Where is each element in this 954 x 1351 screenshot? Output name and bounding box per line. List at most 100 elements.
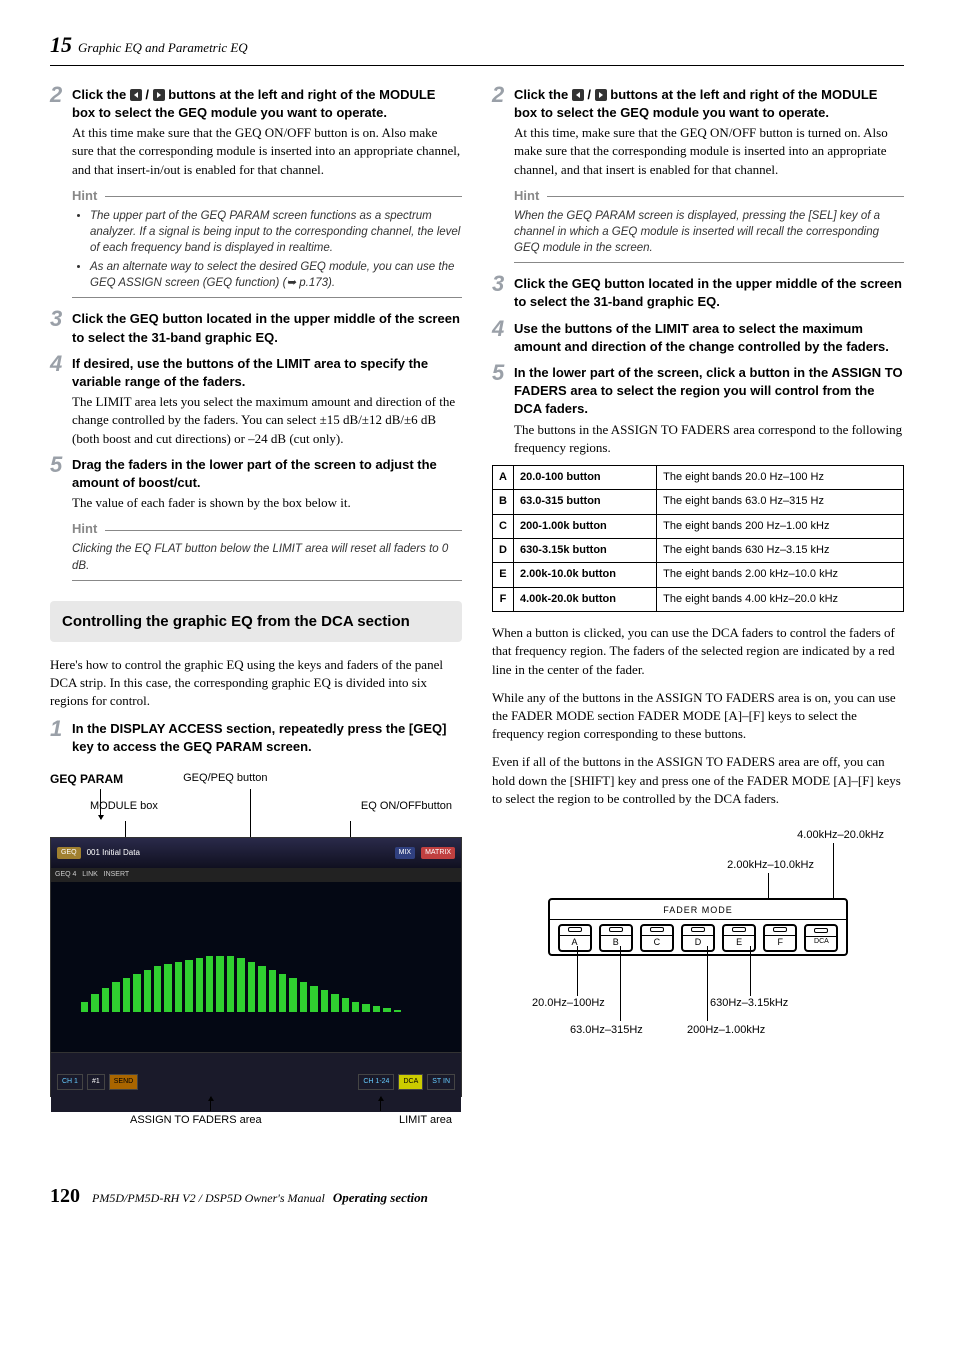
paragraph: While any of the buttons in the ASSIGN T… (492, 689, 904, 744)
label-e: 2.00kHz–10.0kHz (727, 858, 814, 873)
step-number-5: 5 (50, 454, 72, 513)
left-step4-title: If desired, use the buttons of the LIMIT… (72, 355, 462, 391)
row-button: 20.0-100 button (513, 465, 656, 489)
table-row: D630-3.15k buttonThe eight bands 630 Hz–… (493, 539, 904, 563)
left-step2-title: Click the / buttons at the left and righ… (72, 86, 462, 122)
fader-key-b: B (599, 924, 633, 952)
fader-key-d: D (681, 924, 715, 952)
row-key: B (493, 490, 514, 514)
left-arrow-icon (130, 89, 142, 101)
right-step-5: 5 In the lower part of the screen, click… (492, 364, 904, 457)
row-button: 200-1.00k button (513, 514, 656, 538)
step-number-5: 5 (492, 362, 514, 457)
right-step-3: 3 Click the GEQ button located in the up… (492, 275, 904, 311)
label-assign-area: ASSIGN TO FADERS area (130, 1113, 262, 1128)
fader-key-c: C (640, 924, 674, 952)
table-row: B63.0-315 buttonThe eight bands 63.0 Hz–… (493, 490, 904, 514)
hint-item: As an alternate way to select the desire… (90, 259, 462, 291)
right-arrow-icon (153, 89, 165, 101)
text: / (142, 87, 153, 102)
footer-section: Operating section (333, 1189, 428, 1207)
table-row: A20.0-100 buttonThe eight bands 20.0 Hz–… (493, 465, 904, 489)
fader-mode-panel: FADER MODE A B C D E F DCA (548, 898, 848, 956)
right-step2-title: Click the / buttons at the left and righ… (514, 86, 904, 122)
left-step5-text: The value of each fader is shown by the … (72, 494, 462, 512)
hint-item: The upper part of the GEQ PARAM screen f… (90, 208, 462, 256)
right-step4-title: Use the buttons of the LIMIT area to sel… (514, 320, 904, 356)
geq-screenshot: GEQ 001 Initial Data MIX MATRIX GEQ 4 LI… (50, 837, 462, 1097)
content-columns: 2 Click the / buttons at the left and ri… (50, 86, 904, 1142)
step-number-4: 4 (50, 353, 72, 448)
label-eq-onoff: EQ ON/OFFbutton (361, 799, 452, 814)
right-step3-title: Click the GEQ button located in the uppe… (514, 275, 904, 311)
right-step-4: 4 Use the buttons of the LIMIT area to s… (492, 320, 904, 356)
row-key: A (493, 465, 514, 489)
label-geq-param: GEQ PARAM (50, 771, 123, 788)
left-step-3: 3 Click the GEQ button located in the up… (50, 310, 462, 346)
hint-label: Hint (72, 520, 462, 538)
hint-list: The upper part of the GEQ PARAM screen f… (72, 208, 462, 291)
hint-label: Hint (72, 187, 462, 205)
label-d: 630Hz–3.15kHz (710, 996, 788, 1011)
row-desc: The eight bands 630 Hz–3.15 kHz (657, 539, 904, 563)
right-hint: Hint When the GEQ PARAM screen is displa… (514, 187, 904, 263)
fader-diagram: 4.00kHz–20.0kHz 2.00kHz–10.0kHz FADER MO… (492, 828, 904, 1088)
left-column: 2 Click the / buttons at the left and ri… (50, 86, 462, 1142)
step-number-2: 2 (492, 84, 514, 179)
table-row: F4.00k-20.0k buttonThe eight bands 4.00 … (493, 587, 904, 611)
text: Click the (514, 87, 572, 102)
left-step-2: 2 Click the / buttons at the left and ri… (50, 86, 462, 179)
row-button: 630-3.15k button (513, 539, 656, 563)
dca-step1-title: In the DISPLAY ACCESS section, repeatedl… (72, 720, 462, 756)
right-step5-text: The buttons in the ASSIGN TO FADERS area… (514, 421, 904, 457)
footer-manual: PM5D/PM5D-RH V2 / DSP5D Owner's Manual (92, 1190, 325, 1207)
left-step2-text: At this time make sure that the GEQ ON/O… (72, 124, 462, 179)
geq-diagram: GEQ PARAM GEQ/PEQ button MODULE box EQ O… (50, 771, 462, 1129)
table-row: E2.00k-10.0k buttonThe eight bands 2.00 … (493, 563, 904, 587)
hint-label: Hint (514, 187, 904, 205)
fader-key-f: F (763, 924, 797, 952)
row-button: 2.00k-10.0k button (513, 563, 656, 587)
right-arrow-icon (595, 89, 607, 101)
label-c: 200Hz–1.00kHz (687, 1023, 765, 1038)
table-row: C200-1.00k buttonThe eight bands 200 Hz–… (493, 514, 904, 538)
left-step-5: 5 Drag the faders in the lower part of t… (50, 456, 462, 513)
left-step3-title: Click the GEQ button located in the uppe… (72, 310, 462, 346)
fader-key-e: E (722, 924, 756, 952)
fader-mode-title: FADER MODE (550, 904, 846, 917)
step-number-4: 4 (492, 318, 514, 356)
frequency-table: A20.0-100 buttonThe eight bands 20.0 Hz–… (492, 465, 904, 612)
right-step-2: 2 Click the / buttons at the left and ri… (492, 86, 904, 179)
section-intro: Here's how to control the graphic EQ usi… (50, 656, 462, 711)
dca-step-1: 1 In the DISPLAY ACCESS section, repeate… (50, 720, 462, 756)
text: / (584, 87, 595, 102)
label-geq-peq-button: GEQ/PEQ button (183, 771, 267, 788)
row-desc: The eight bands 2.00 kHz–10.0 kHz (657, 563, 904, 587)
paragraph: Even if all of the buttons in the ASSIGN… (492, 753, 904, 808)
left-step4-text: The LIMIT area lets you select the maxim… (72, 393, 462, 448)
row-key: C (493, 514, 514, 538)
label-b: 63.0Hz–315Hz (570, 1023, 643, 1038)
left-arrow-icon (572, 89, 584, 101)
label-limit-area: LIMIT area (399, 1113, 452, 1128)
right-step5-title: In the lower part of the screen, click a… (514, 364, 904, 419)
page-header: 15 Graphic EQ and Parametric EQ (50, 30, 904, 66)
section-title-box: Controlling the graphic EQ from the DCA … (50, 601, 462, 642)
row-desc: The eight bands 63.0 Hz–315 Hz (657, 490, 904, 514)
label-a: 20.0Hz–100Hz (532, 996, 605, 1011)
row-key: E (493, 563, 514, 587)
text: Click the (72, 87, 130, 102)
fader-key-a: A (558, 924, 592, 952)
row-desc: The eight bands 200 Hz–1.00 kHz (657, 514, 904, 538)
left-hint-1: Hint The upper part of the GEQ PARAM scr… (72, 187, 462, 299)
page-footer: 120 PM5D/PM5D-RH V2 / DSP5D Owner's Manu… (50, 1182, 904, 1210)
row-button: 63.0-315 button (513, 490, 656, 514)
step-number-2: 2 (50, 84, 72, 179)
step-number-1: 1 (50, 718, 72, 756)
hint-text: When the GEQ PARAM screen is displayed, … (514, 208, 904, 256)
left-step5-title: Drag the faders in the lower part of the… (72, 456, 462, 492)
chapter-number: 15 (50, 30, 72, 61)
step-number-3: 3 (492, 273, 514, 311)
right-step2-text: At this time, make sure that the GEQ ON/… (514, 124, 904, 179)
paragraph: When a button is clicked, you can use th… (492, 624, 904, 679)
